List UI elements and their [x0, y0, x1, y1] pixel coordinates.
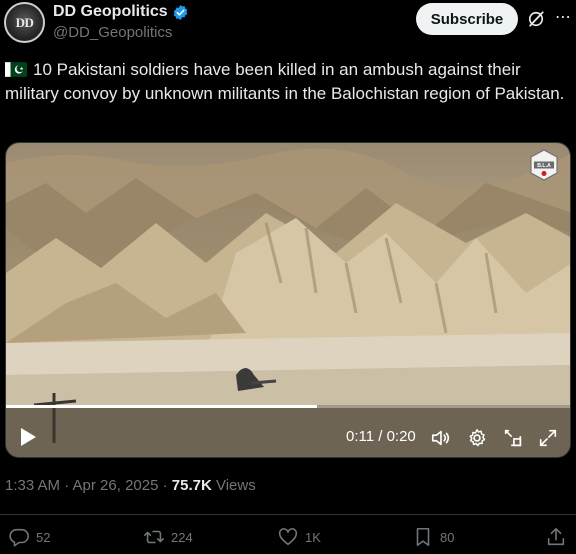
play-icon[interactable] [18, 426, 38, 448]
video-player[interactable]: B.L.A 0:11 / 0:20 [5, 142, 571, 458]
repost-count: 224 [171, 529, 193, 545]
user-handle[interactable]: @DD_Geopolitics [53, 24, 172, 41]
bookmark-icon [416, 527, 430, 547]
video-time: 0:11 / 0:20 [346, 428, 416, 445]
tweet-header: DD DD Geopolitics @DD_Geopolitics Subscr… [0, 0, 576, 50]
heart-icon [278, 528, 298, 546]
avatar[interactable]: DD [4, 2, 45, 43]
share-icon [547, 527, 565, 546]
picture-in-picture-icon[interactable] [502, 427, 524, 449]
repost-icon [144, 530, 164, 544]
more-options-icon[interactable]: ⋯ [553, 8, 573, 28]
bla-watermark-text: B.L.A [537, 163, 551, 169]
views-label: Views [211, 477, 256, 494]
fullscreen-icon[interactable] [537, 427, 559, 449]
reply-button[interactable]: 52 [8, 526, 50, 548]
repost-button[interactable]: 224 [143, 526, 193, 548]
divider [0, 514, 576, 515]
tweet-text: 10 Pakistani soldiers have been killed i… [5, 60, 565, 103]
share-button[interactable] [545, 526, 573, 548]
tweet-meta: 1:33 AM · Apr 26, 2025 · 75.7K Views [5, 477, 256, 494]
action-bar: 52 224 1K 80 [0, 524, 576, 552]
display-name[interactable]: DD Geopolitics [53, 3, 168, 21]
bla-watermark-icon: B.L.A [530, 149, 558, 181]
video-progress-fill [6, 405, 318, 408]
like-button[interactable]: 1K [277, 526, 321, 548]
bookmark-button[interactable]: 80 [412, 526, 454, 548]
like-count: 1K [305, 529, 321, 545]
pakistan-flag-icon [5, 62, 27, 77]
video-frame [6, 143, 570, 457]
views-count: 75.7K [171, 477, 212, 494]
settings-gear-icon[interactable] [466, 427, 488, 449]
grok-icon[interactable] [526, 9, 546, 29]
reply-count: 52 [36, 529, 51, 545]
tweet-text-container: 10 Pakistani soldiers have been killed i… [5, 58, 565, 106]
reply-icon [9, 528, 29, 547]
avatar-text: DD [15, 14, 34, 30]
subscribe-button[interactable]: Subscribe [416, 3, 518, 35]
name-row: DD Geopolitics [53, 3, 189, 21]
video-progress-bar[interactable] [6, 405, 570, 408]
volume-icon[interactable] [430, 427, 452, 449]
verified-badge-icon [173, 4, 187, 20]
bookmark-count: 80 [440, 529, 455, 545]
timestamp[interactable]: 1:33 AM · Apr 26, 2025 · [5, 477, 172, 494]
